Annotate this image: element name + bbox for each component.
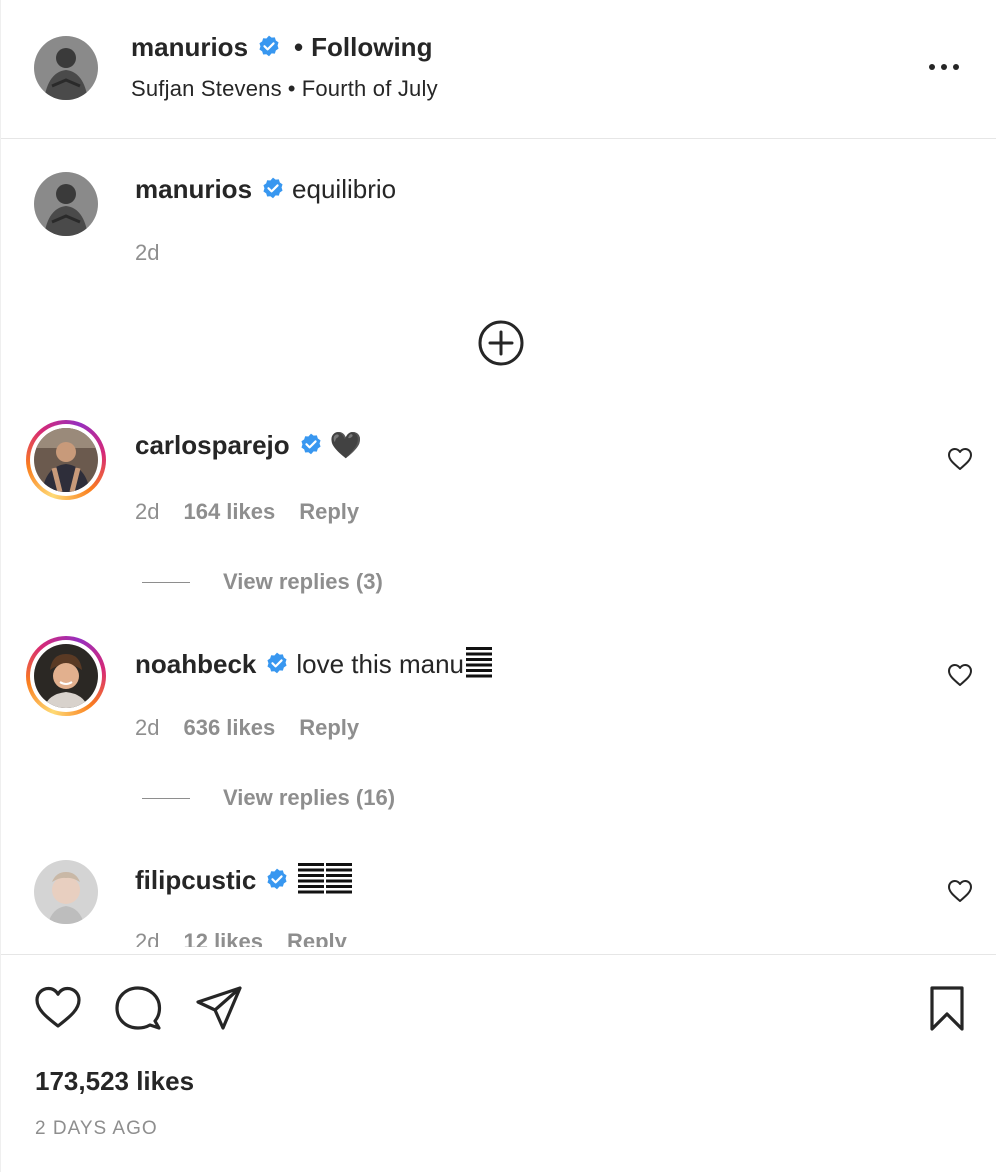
like-comment-heart-icon[interactable] <box>947 447 973 471</box>
hexagram-emoji-icon <box>298 863 353 894</box>
comment-username[interactable]: carlosparejo <box>135 430 290 460</box>
comment-time: 2d <box>135 929 160 947</box>
audio-info[interactable]: Sufjan Stevens • Fourth of July <box>131 76 438 102</box>
verified-badge-icon <box>298 432 324 458</box>
comment-time: 2d <box>135 499 160 524</box>
audio-track: Fourth of July <box>301 76 438 101</box>
story-ring[interactable] <box>26 420 106 500</box>
comment-avatar[interactable] <box>34 860 98 924</box>
comment-username[interactable]: filipcustic <box>135 865 256 895</box>
view-replies-button[interactable]: View replies (3) <box>142 569 383 595</box>
like-heart-icon[interactable] <box>34 984 82 1032</box>
reply-button[interactable]: Reply <box>287 929 347 947</box>
comment-username[interactable]: noahbeck <box>135 649 256 679</box>
post-header: manurios • Following Sufjan Stevens • Fourth… <box>1 0 996 139</box>
comment: filipcustic <box>135 862 353 896</box>
header-username[interactable]: manurios <box>131 32 248 62</box>
view-replies-line <box>142 582 190 583</box>
separator-dot: • <box>287 76 296 101</box>
verified-badge-icon <box>264 651 290 677</box>
story-ring[interactable] <box>26 636 106 716</box>
like-comment-heart-icon[interactable] <box>947 663 973 687</box>
comment-avatar[interactable] <box>34 644 98 708</box>
reply-button[interactable]: Reply <box>299 715 359 740</box>
hexagram-emoji-icon <box>466 647 493 678</box>
view-replies-button[interactable]: View replies (16) <box>142 785 395 811</box>
verified-badge-icon <box>260 176 286 202</box>
load-more-comments-icon[interactable] <box>477 319 525 367</box>
more-options-icon[interactable] <box>927 60 961 74</box>
comments-scroll-area[interactable]: manurios equilibrio 2d carlosparejo 🖤 2d 16… <box>1 140 996 947</box>
avatar[interactable] <box>34 36 98 100</box>
comment-time: 2d <box>135 715 160 740</box>
caption-time: 2d <box>135 240 160 265</box>
comment-text: 🖤 <box>329 430 363 460</box>
caption-username[interactable]: manurios <box>135 174 252 204</box>
comment: carlosparejo 🖤 <box>135 430 362 461</box>
comment-likes[interactable]: 636 likes <box>183 715 275 740</box>
verified-badge-icon <box>264 867 290 893</box>
verified-badge-icon <box>256 34 282 60</box>
posted-time: 2 DAYS AGO <box>35 1118 158 1139</box>
post-panel: manurios • Following Sufjan Stevens • Fourth… <box>0 0 996 1172</box>
audio-artist: Sufjan Stevens <box>131 76 282 101</box>
comment-likes[interactable]: 164 likes <box>183 499 275 524</box>
save-bookmark-icon[interactable] <box>923 984 971 1032</box>
separator-dot: • <box>294 32 304 62</box>
reply-button[interactable]: Reply <box>299 499 359 524</box>
comment-meta: 2d 12 likes Reply <box>135 929 347 947</box>
header-title: manurios • Following <box>131 32 432 63</box>
likes-count[interactable]: 173,523 likes <box>35 1066 194 1097</box>
comment-meta: 2d 636 likes Reply <box>135 715 359 741</box>
share-send-icon[interactable] <box>195 984 243 1032</box>
caption-avatar[interactable] <box>34 172 98 236</box>
comment-bubble-icon[interactable] <box>114 984 162 1032</box>
comment-meta: 2d 164 likes Reply <box>135 499 359 525</box>
like-comment-heart-icon[interactable] <box>947 879 973 903</box>
comment-text: love this manu <box>296 649 465 679</box>
comment-avatar[interactable] <box>34 428 98 492</box>
view-replies-label: View replies (3) <box>223 569 383 594</box>
view-replies-line <box>142 798 190 799</box>
caption-text: equilibrio <box>292 174 397 204</box>
comment-likes[interactable]: 12 likes <box>183 929 263 947</box>
following-button[interactable]: Following <box>311 32 432 62</box>
view-replies-label: View replies (16) <box>223 785 396 810</box>
caption: manurios equilibrio <box>135 174 396 205</box>
comment: noahbeck love this manu <box>135 646 493 680</box>
